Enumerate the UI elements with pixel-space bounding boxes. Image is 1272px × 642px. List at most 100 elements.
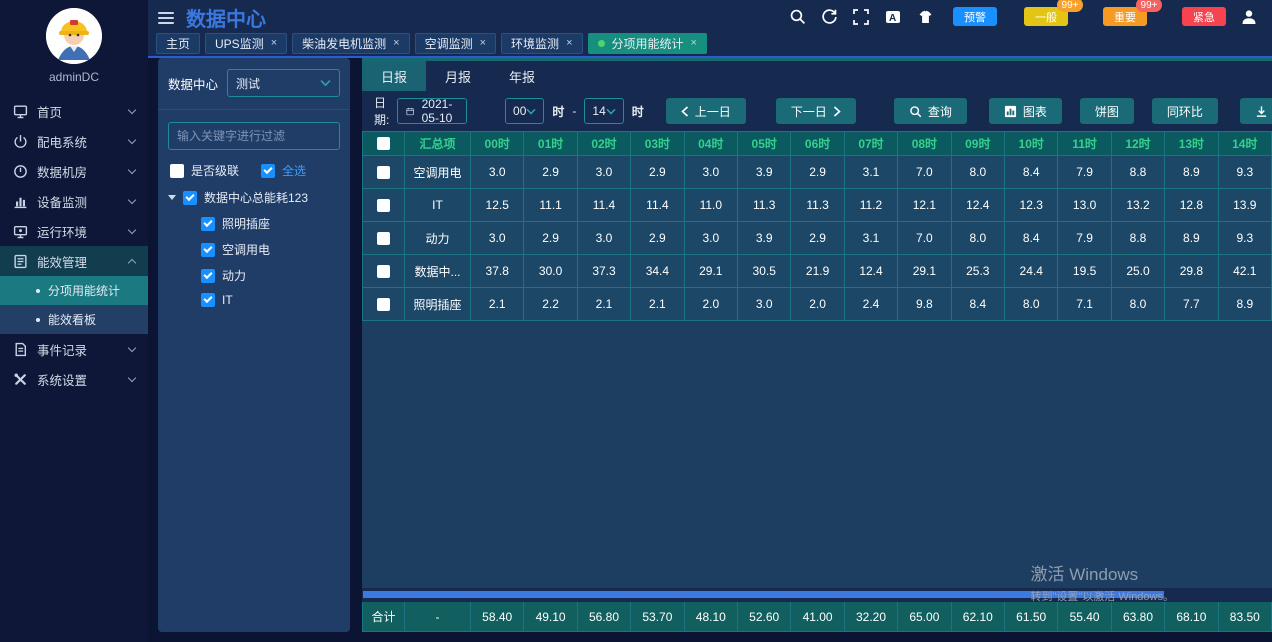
fullscreen-icon[interactable]: [853, 8, 870, 25]
row-checkbox-cell: [363, 288, 405, 321]
close-icon[interactable]: ×: [691, 38, 697, 49]
row-value-cell: 37.3: [578, 255, 631, 288]
row-checkbox[interactable]: [377, 265, 390, 278]
prev-day-button[interactable]: 上一日: [666, 98, 746, 124]
hour-from-select[interactable]: 00: [505, 98, 544, 124]
sidebar-subitem-能效看板[interactable]: 能效看板: [0, 305, 148, 334]
datacenter-select[interactable]: 测试: [227, 69, 340, 97]
search-icon[interactable]: [789, 8, 806, 25]
alarm-important-badge: 99+: [1136, 0, 1162, 12]
chevron-down-icon: [128, 165, 136, 173]
row-value-cell: 2.9: [524, 222, 577, 255]
chart-button[interactable]: 图表: [989, 98, 1062, 124]
refresh-icon[interactable]: [821, 8, 838, 25]
tree-filter-input[interactable]: [168, 122, 340, 150]
page-tab-分项用能统计[interactable]: 分项用能统计×: [588, 33, 707, 54]
header-hour-cell: 04时: [685, 131, 738, 156]
header-hour-cell: 00时: [471, 131, 524, 156]
export-button[interactable]: 导出: [1240, 98, 1272, 124]
tree-node-label: 照明插座: [222, 215, 270, 232]
tree-node-IT[interactable]: IT: [201, 293, 340, 307]
page-tab-主页[interactable]: 主页: [156, 33, 200, 54]
header-hour-cell: 07时: [845, 131, 898, 156]
tree-node-空调用电[interactable]: 空调用电: [201, 241, 340, 258]
close-icon[interactable]: ×: [271, 38, 277, 49]
datacenter-select-value: 测试: [236, 75, 260, 92]
sidebar-item-事件记录[interactable]: 事件记录: [0, 334, 148, 364]
select-all-label[interactable]: 全选: [282, 162, 306, 179]
tree-node-checkbox[interactable]: [201, 217, 215, 231]
row-value-cell: 12.4: [845, 255, 898, 288]
alarm-general-button[interactable]: 一般99+: [1024, 7, 1068, 26]
datacenter-label: 数据中心: [168, 74, 218, 93]
menu-toggle-icon[interactable]: [158, 12, 174, 24]
row-value-cell: 3.1: [845, 156, 898, 189]
home-icon: [13, 104, 28, 119]
horizontal-scrollbar: [362, 591, 1272, 599]
row-value-cell: 12.8: [1165, 189, 1218, 222]
user-icon[interactable]: [1241, 8, 1258, 25]
header-title-row: 数据中心 A: [148, 0, 1272, 33]
close-icon[interactable]: ×: [566, 38, 572, 49]
select-all-checkbox[interactable]: [261, 164, 275, 178]
page-tab-柴油发电机监测[interactable]: 柴油发电机监测×: [292, 33, 409, 54]
tree-node-checkbox[interactable]: [201, 293, 215, 307]
equipment-monitor-icon: [13, 194, 28, 209]
footer-value-cell: 63.80: [1112, 602, 1165, 632]
data-room-icon: [13, 164, 28, 179]
query-button[interactable]: 查询: [894, 98, 967, 124]
chevron-down-icon: [128, 373, 136, 381]
report-tab-年报[interactable]: 年报: [490, 61, 554, 91]
page-tab-环境监测[interactable]: 环境监测×: [501, 33, 582, 54]
row-value-cell: 7.1: [1058, 288, 1111, 321]
sidebar-item-运行环境[interactable]: 运行环境: [0, 216, 148, 246]
scrollbar-thumb[interactable]: [363, 591, 1164, 598]
row-value-cell: 12.1: [898, 189, 951, 222]
next-day-button[interactable]: 下一日: [776, 98, 856, 124]
sidebar-item-首页[interactable]: 首页: [0, 96, 148, 126]
page-tab-空调监测[interactable]: 空调监测×: [415, 33, 496, 54]
tree-expand-caret-icon[interactable]: [168, 195, 176, 200]
hour-to-select[interactable]: 14: [584, 98, 623, 124]
theme-icon[interactable]: [917, 8, 934, 25]
page-tab-UPS监测[interactable]: UPS监测×: [205, 33, 287, 54]
row-checkbox[interactable]: [377, 298, 390, 311]
tree-node-checkbox[interactable]: [201, 269, 215, 283]
chevron-down-icon: [128, 195, 136, 203]
sidebar-item-能效管理[interactable]: 能效管理: [0, 246, 148, 276]
pie-button[interactable]: 饼图: [1080, 98, 1134, 124]
language-icon[interactable]: A: [885, 8, 902, 25]
tree-node-动力[interactable]: 动力: [201, 267, 340, 284]
row-value-cell: 2.0: [685, 288, 738, 321]
sidebar-item-数据机房[interactable]: 数据机房: [0, 156, 148, 186]
sidebar-subitem-分项用能统计[interactable]: 分项用能统计: [0, 276, 148, 305]
row-value-cell: 8.9: [1165, 222, 1218, 255]
compare-button[interactable]: 同环比: [1152, 98, 1218, 124]
tree-node-照明插座[interactable]: 照明插座: [201, 215, 340, 232]
tree-node-checkbox[interactable]: [201, 243, 215, 257]
row-checkbox[interactable]: [377, 166, 390, 179]
row-value-cell: 25.3: [952, 255, 1005, 288]
row-checkbox[interactable]: [377, 232, 390, 245]
close-icon[interactable]: ×: [393, 38, 399, 49]
date-picker[interactable]: 2021-05-10: [397, 98, 467, 124]
power-distribution-icon: [13, 134, 28, 149]
alarm-urgent-button[interactable]: 紧急: [1182, 7, 1226, 26]
chevron-down-icon: [320, 79, 331, 87]
report-tab-日报[interactable]: 日报: [362, 61, 426, 91]
sidebar-item-设备监测[interactable]: 设备监测: [0, 186, 148, 216]
row-value-cell: 8.8: [1112, 156, 1165, 189]
cascade-checkbox[interactable]: [170, 164, 184, 178]
tree-root-node[interactable]: 数据中心总能耗123: [168, 189, 340, 206]
close-icon[interactable]: ×: [480, 38, 486, 49]
alarm-important-button[interactable]: 重要99+: [1103, 7, 1147, 26]
row-value-cell: 3.0: [471, 156, 524, 189]
sidebar-item-系统设置[interactable]: 系统设置: [0, 364, 148, 394]
row-checkbox[interactable]: [377, 199, 390, 212]
tree-root-checkbox[interactable]: [183, 191, 197, 205]
sidebar-item-配电系统[interactable]: 配电系统: [0, 126, 148, 156]
table-footer-row: 合计-58.4049.1056.8053.7048.1052.6041.0032…: [362, 602, 1272, 632]
report-tab-月报[interactable]: 月报: [426, 61, 490, 91]
select-all-rows-checkbox[interactable]: [377, 137, 390, 150]
alarm-forecast-button[interactable]: 预警: [953, 7, 997, 26]
